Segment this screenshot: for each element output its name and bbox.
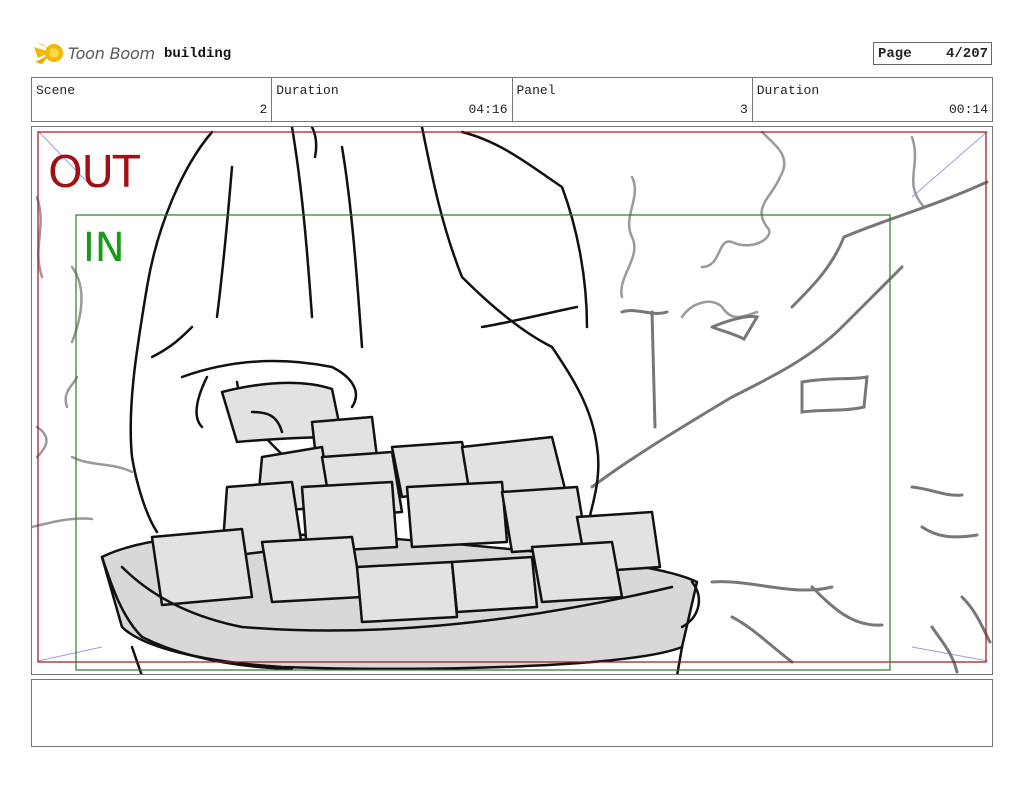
scene-value: 2	[259, 102, 268, 117]
panel-value: 3	[739, 102, 748, 117]
scene-info-row: Scene 2 Duration 04:16 Panel 3 Duration …	[31, 77, 993, 122]
storyboard-panel: OUT IN	[31, 126, 993, 675]
logo-text: Toon Boom	[68, 43, 155, 63]
scene-label: Scene	[36, 83, 76, 98]
project-name: building	[164, 46, 232, 62]
page-value: 4/207	[945, 46, 988, 62]
scene-duration-value: 04:16	[468, 102, 508, 117]
scene-cell: Scene 2	[32, 78, 273, 121]
panel-duration-value: 00:14	[948, 102, 988, 117]
panel-cell: Panel 3	[513, 78, 753, 121]
panel-notes-area	[31, 679, 993, 747]
panel-duration-label: Duration	[756, 83, 820, 98]
scene-duration-cell: Duration 04:16	[272, 78, 513, 121]
panel-duration-cell: Duration 00:14	[753, 78, 992, 121]
sparkle-icon	[34, 42, 63, 64]
storyboard-header: Toon Boom building Page 4/207	[32, 36, 992, 72]
panel-sketch	[32, 127, 992, 674]
page-indicator: Page 4/207	[873, 42, 992, 65]
basket-of-boxes	[100, 415, 701, 674]
out-frame-label: OUT	[48, 147, 140, 198]
scene-duration-label: Duration	[276, 83, 339, 98]
in-frame-label: IN	[83, 225, 125, 271]
panel-label: Panel	[516, 83, 556, 98]
page-label: Page	[878, 46, 912, 62]
toon-boom-logo: Toon Boom	[32, 38, 155, 68]
